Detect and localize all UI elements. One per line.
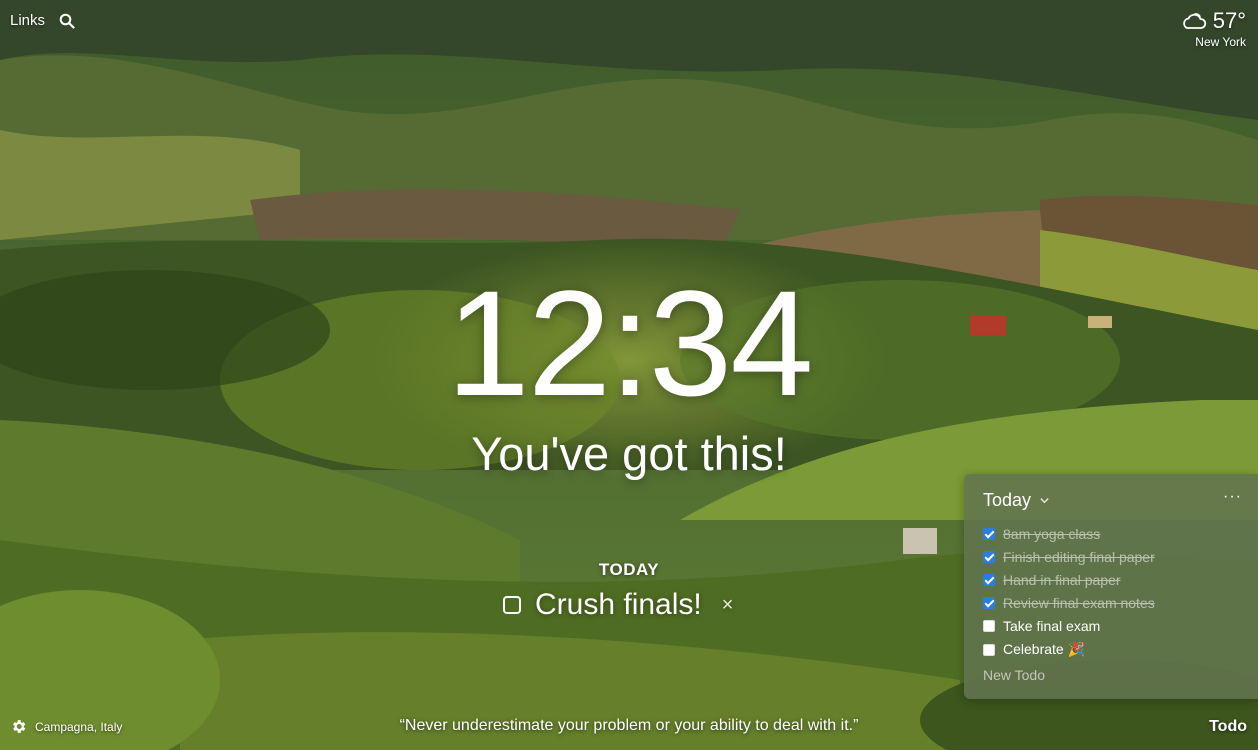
weather-widget[interactable]: 57° New York — [1181, 8, 1246, 49]
todo-item-text: Finish editing final paper — [1003, 548, 1155, 565]
cloud-icon — [1182, 13, 1206, 29]
todo-checkbox-checked[interactable] — [983, 597, 995, 610]
new-todo-input[interactable]: New Todo — [983, 667, 1045, 683]
todo-item[interactable]: 8am yoga class — [983, 522, 1155, 545]
todo-item[interactable]: Review final exam notes — [983, 592, 1155, 615]
todo-checkbox-checked[interactable] — [983, 527, 995, 540]
todo-panel: Today ··· 8am yoga class Finish editing … — [964, 474, 1258, 699]
focus-row: Crush finals! × — [503, 588, 733, 622]
focus-text[interactable]: Crush finals! — [535, 588, 702, 622]
daily-quote[interactable]: “Never underestimate your problem or you… — [0, 717, 1258, 735]
todo-item-text: 8am yoga class — [1003, 525, 1101, 542]
clock-time: 12:34 — [446, 259, 813, 427]
top-left-bar: Links — [10, 12, 75, 29]
todo-checkbox-checked[interactable] — [983, 573, 995, 586]
todo-item[interactable]: Take final exam — [983, 615, 1155, 638]
clear-focus-button[interactable]: × — [722, 594, 734, 617]
todo-list-title: Today — [983, 490, 1032, 510]
todo-checkbox-checked[interactable] — [983, 550, 995, 563]
todo-checkbox[interactable] — [983, 620, 995, 633]
todo-item-text: Review final exam notes — [1003, 595, 1155, 612]
todo-toggle-button[interactable]: Todo — [1209, 718, 1247, 736]
todo-item-text: Celebrate 🎉 — [1003, 641, 1086, 658]
focus-checkbox[interactable] — [503, 596, 521, 614]
weather-location: New York — [1195, 35, 1246, 49]
todo-item[interactable]: Celebrate 🎉 — [983, 638, 1155, 661]
todo-item-text: Take final exam — [1003, 618, 1101, 635]
links-button[interactable]: Links — [10, 12, 45, 29]
todo-item[interactable]: Hand in final paper — [983, 568, 1155, 591]
temperature: 57° — [1212, 8, 1246, 33]
mantra-text: You've got this! — [471, 427, 787, 480]
todo-list: 8am yoga class Finish editing final pape… — [983, 522, 1155, 661]
todo-item-text: Hand in final paper — [1003, 571, 1121, 588]
more-options-button[interactable]: ··· — [1223, 488, 1242, 506]
todo-checkbox[interactable] — [983, 643, 995, 656]
search-icon[interactable] — [59, 13, 75, 29]
todo-item[interactable]: Finish editing final paper — [983, 545, 1155, 568]
todo-list-selector[interactable]: Today — [983, 490, 1050, 511]
chevron-down-icon — [1040, 498, 1049, 504]
